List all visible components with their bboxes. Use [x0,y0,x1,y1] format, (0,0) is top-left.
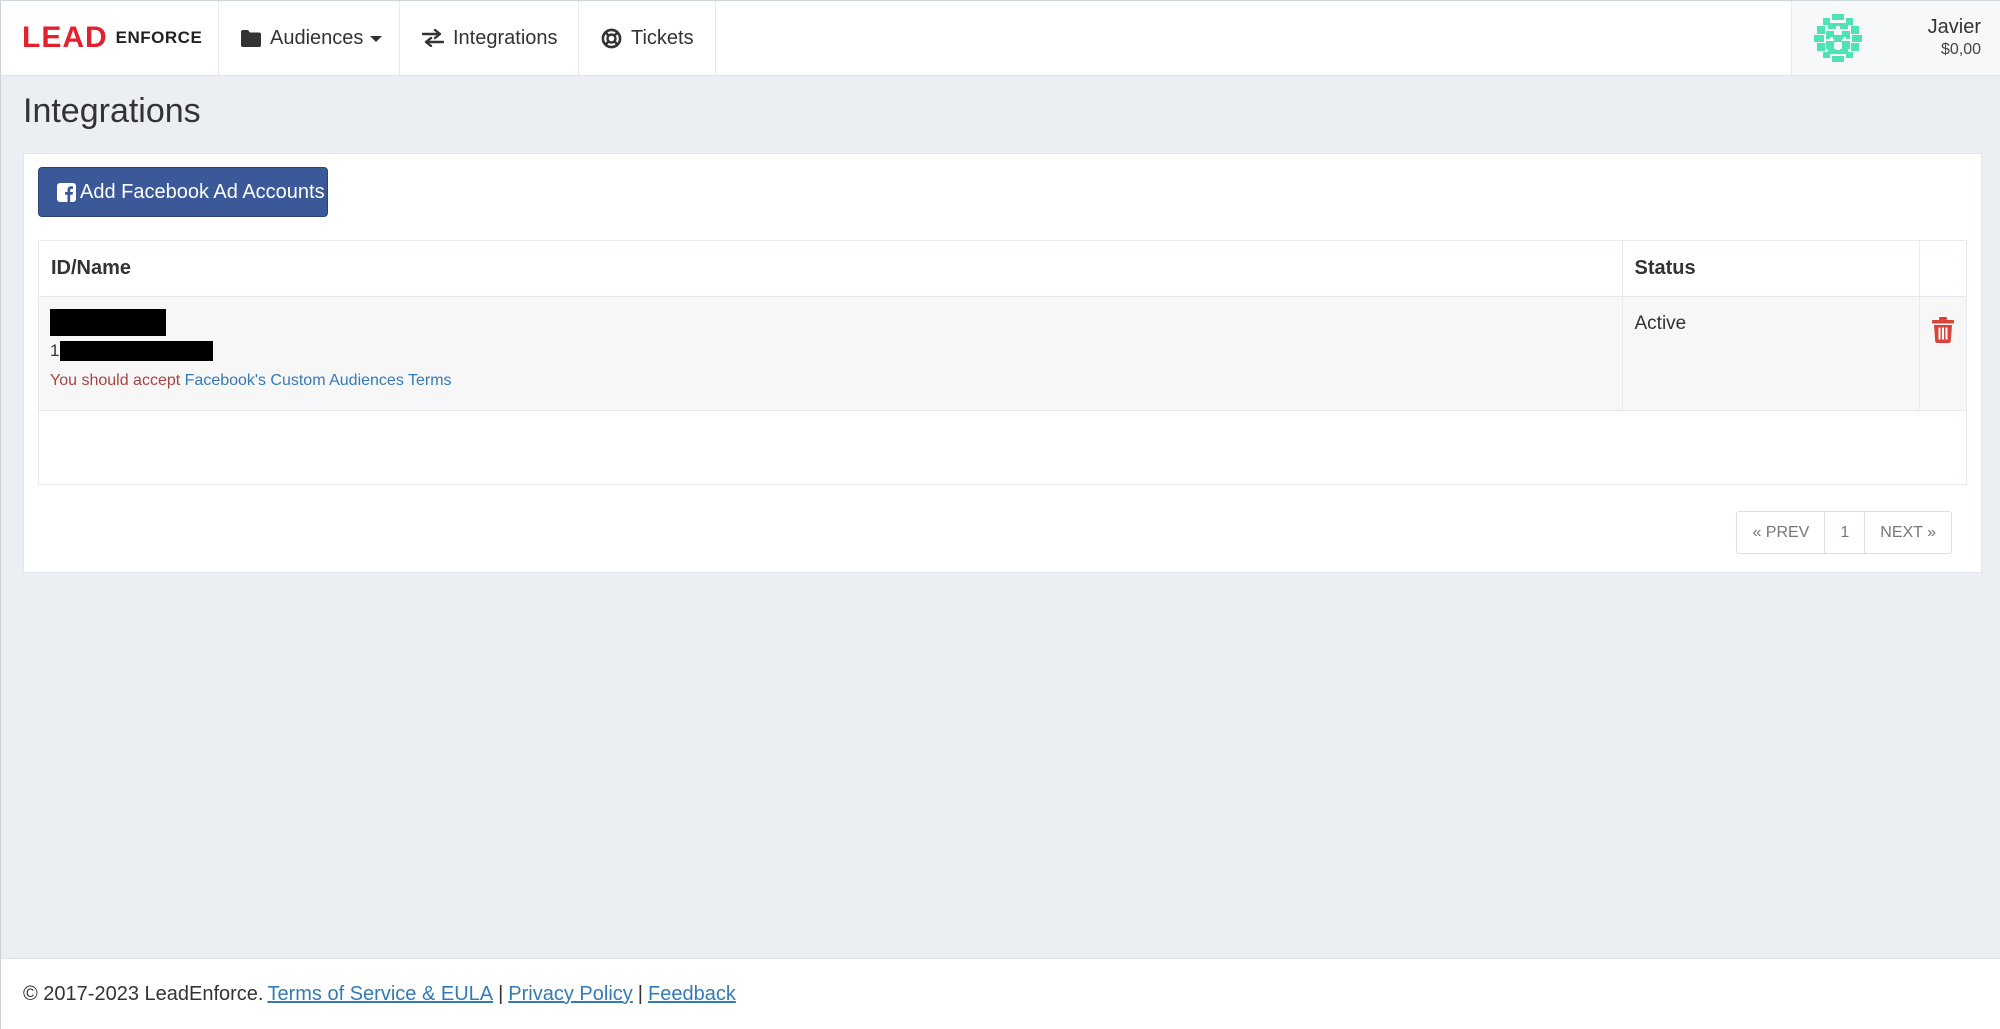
feedback-link[interactable]: Feedback [648,983,736,1006]
terms-of-service-link[interactable]: Terms of Service & EULA [267,983,493,1006]
column-header-actions [1919,241,1966,297]
custom-audiences-terms-link[interactable]: Facebook's Custom Audiences Terms [185,372,452,389]
facebook-square-icon [57,182,76,202]
folder-icon [241,29,261,47]
add-facebook-ad-accounts-button[interactable]: Add Facebook Ad Accounts [38,167,328,217]
chevron-down-icon [370,36,383,42]
nav-tickets-label: Tickets [631,26,694,49]
top-navbar: LEAD ENFORCE Audiences Integrations Tick… [1,1,2000,76]
nav-audiences-dropdown[interactable]: Audiences [219,1,400,75]
footer-copyright: © 2017-2023 LeadEnforce. [23,983,264,1005]
page-title: Integrations [23,92,201,130]
account-id-line: 1 [50,340,1610,362]
account-id-prefix: 1 [50,340,60,360]
footer: © 2017-2023 LeadEnforce. Terms of Servic… [1,958,2000,1029]
logo-enforce-text: ENFORCE [115,28,203,47]
brand-logo[interactable]: LEAD ENFORCE [1,1,219,75]
table-row: 1 You should accept Facebook's Custom Au… [39,296,1966,411]
terms-warning-text: You should accept [50,371,181,389]
nav-tickets[interactable]: Tickets [579,1,716,75]
user-balance: $0,00 [1940,41,1981,58]
cell-actions [1919,296,1966,411]
user-menu[interactable]: Javier $0,00 [1791,1,2000,75]
trash-icon[interactable] [1931,316,1954,349]
pagination-page-1[interactable]: 1 [1824,512,1864,553]
nav-audiences-label: Audiences [270,26,364,49]
table-header-row: ID/Name Status [39,241,1966,297]
pagination-prev-button[interactable]: « PREV [1737,512,1824,553]
nav-integrations-label: Integrations [453,26,558,49]
privacy-policy-link[interactable]: Privacy Policy [508,983,632,1006]
redacted-account-name [50,308,166,336]
redacted-account-id [60,340,214,361]
nav-integrations[interactable]: Integrations [400,1,579,75]
integrations-table: ID/Name Status 1 You should accept Faceb… [39,241,1966,411]
integrations-panel: Add Facebook Ad Accounts ID/Name Status [23,153,1982,573]
terms-notice: You should accept Facebook's Custom Audi… [50,372,1610,390]
footer-separator: | [637,983,643,1005]
life-ring-icon [601,28,622,49]
footer-separator: | [498,983,504,1005]
pagination-next-button[interactable]: NEXT » [1864,512,1951,553]
user-info: Javier $0,00 [1928,15,1981,61]
logo-lead-text: LEAD [22,21,108,54]
column-header-status: Status [1622,241,1920,297]
column-header-id-name: ID/Name [39,241,1623,297]
avatar [1814,14,1862,62]
main-content: Integrations Add Facebook Ad Accounts ID… [1,76,2000,958]
pagination: « PREV 1 NEXT » [1736,511,1952,554]
exchange-arrows-icon [422,29,444,47]
add-facebook-ad-accounts-label: Add Facebook Ad Accounts [80,180,325,203]
integrations-table-container: ID/Name Status 1 You should accept Faceb… [38,240,1967,554]
cell-status: Active [1622,296,1920,411]
user-name: Javier [1927,16,1981,38]
cell-id-name: 1 You should accept Facebook's Custom Au… [39,296,1623,411]
